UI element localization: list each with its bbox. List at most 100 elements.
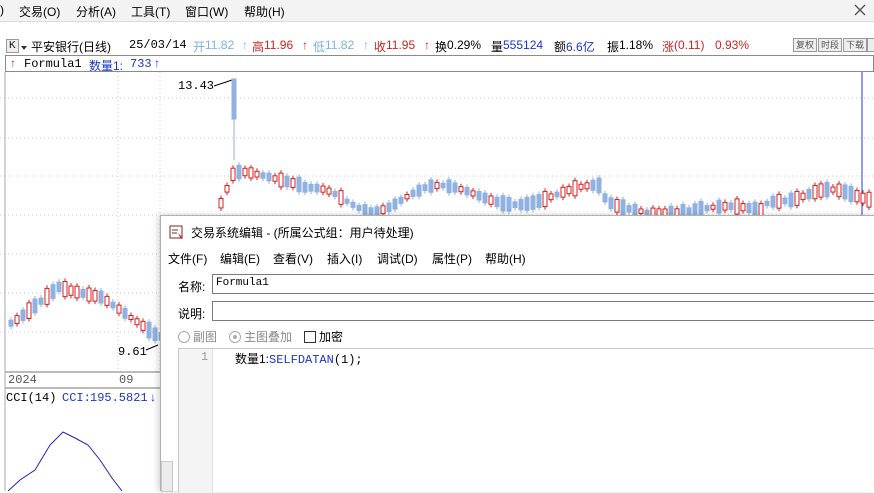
candle-body bbox=[536, 193, 542, 208]
candle-body bbox=[812, 184, 818, 200]
candle-body bbox=[716, 199, 722, 214]
cci-arrow-icon: ↓ bbox=[150, 390, 156, 404]
candle-body bbox=[860, 192, 866, 204]
stock-name: 平安银行(日线) bbox=[31, 40, 111, 54]
candle-body bbox=[248, 167, 254, 179]
low-label: 低 bbox=[313, 40, 326, 54]
candle-body bbox=[302, 181, 308, 193]
dialog-menu-view[interactable]: 查看(V) bbox=[273, 250, 313, 267]
candle-body bbox=[218, 197, 224, 209]
period-button[interactable]: K bbox=[6, 39, 19, 53]
candle-body bbox=[392, 198, 398, 210]
candle-body bbox=[32, 298, 38, 314]
code-editor[interactable]: 1 数量1:SELFDATAN(1); bbox=[178, 348, 874, 493]
turnover-label: 换 bbox=[435, 40, 448, 54]
radio-main-overlay[interactable]: 主图叠加 bbox=[229, 328, 292, 345]
candle-body bbox=[806, 189, 812, 200]
date-label-09: 09 bbox=[119, 373, 134, 387]
cci-value-label: CCI: bbox=[62, 391, 91, 405]
min-pointer-line bbox=[145, 344, 159, 351]
candle-body bbox=[44, 287, 50, 305]
change-label: 涨 bbox=[662, 40, 675, 54]
checkbox-icon bbox=[304, 331, 316, 343]
cci-line bbox=[7, 431, 123, 491]
encrypt-label: 加密 bbox=[319, 330, 344, 344]
menu-item-window[interactable]: 窗口(W) bbox=[185, 3, 228, 20]
candle-body bbox=[818, 183, 824, 198]
candle-body bbox=[386, 202, 392, 212]
candle-body bbox=[512, 201, 518, 209]
name-input[interactable]: Formula1 bbox=[212, 274, 874, 294]
candle-body bbox=[722, 201, 728, 211]
menu-item-tools[interactable]: 工具(T) bbox=[131, 3, 170, 20]
formula-arrow-icon: ↑ bbox=[10, 56, 16, 70]
candle-body bbox=[398, 196, 404, 204]
formula-name: Formula1 bbox=[24, 57, 82, 71]
candle-body bbox=[98, 290, 104, 304]
description-input[interactable] bbox=[212, 301, 874, 321]
candle-body bbox=[836, 183, 842, 198]
candle-body bbox=[476, 190, 482, 201]
formula-editor-dialog[interactable]: 交易系统编辑 - (所属公式组：用户待处理) 文件(F) 编辑(E) 查看(V)… bbox=[160, 215, 874, 493]
open-value: 11.82 bbox=[205, 38, 235, 52]
adjust-button[interactable]: 复权 bbox=[793, 38, 818, 52]
dialog-menu-debug[interactable]: 调试(D) bbox=[377, 250, 418, 267]
candle-body bbox=[122, 307, 128, 319]
low-arrow-icon: ↑ bbox=[363, 38, 369, 52]
candle-body bbox=[500, 195, 506, 212]
quote-date: 25/03/14 bbox=[129, 38, 187, 52]
dialog-menu-edit[interactable]: 编辑(E) bbox=[220, 250, 260, 267]
candle-body bbox=[224, 185, 230, 193]
left-scrollbar[interactable] bbox=[161, 461, 173, 492]
code-line-1[interactable]: 数量1:SELFDATAN(1); bbox=[235, 350, 363, 367]
candle-body bbox=[26, 302, 32, 320]
menu-item-partial[interactable]: ) bbox=[0, 3, 4, 17]
candle-body bbox=[554, 191, 560, 198]
dropdown-triangle-icon[interactable] bbox=[20, 41, 28, 55]
menu-item-help[interactable]: 帮助(H) bbox=[244, 3, 285, 20]
candle-body bbox=[236, 164, 242, 180]
candle-body bbox=[728, 202, 734, 210]
close-arrow-icon: ↑ bbox=[424, 38, 430, 52]
candle-body bbox=[260, 172, 266, 179]
candle-body bbox=[332, 190, 338, 197]
radio-sub-chart[interactable]: 副图 bbox=[178, 328, 217, 345]
candle-body bbox=[308, 183, 314, 192]
candle-body bbox=[86, 287, 92, 302]
candle-body bbox=[134, 318, 140, 326]
dialog-menu-insert[interactable]: 插入(I) bbox=[327, 250, 362, 267]
menu-item-trade[interactable]: 交易(O) bbox=[19, 3, 60, 20]
dialog-menu-properties[interactable]: 属性(P) bbox=[432, 250, 472, 267]
candle-body bbox=[446, 179, 452, 194]
dialog-menu-file[interactable]: 文件(F) bbox=[168, 250, 207, 267]
candle-body bbox=[110, 301, 116, 309]
encrypt-checkbox[interactable]: 加密 bbox=[304, 328, 343, 345]
dialog-title-bar[interactable]: 交易系统编辑 - (所属公式组：用户待处理) bbox=[161, 216, 874, 246]
candle-body bbox=[626, 205, 632, 213]
candle-body bbox=[278, 172, 284, 188]
dialog-menu-help[interactable]: 帮助(H) bbox=[485, 250, 526, 267]
formula-indicator-bar[interactable]: ↑ Formula1 数量1: 733 ↑ bbox=[5, 55, 874, 73]
candle-body bbox=[116, 304, 122, 314]
code-variable: 数量1: bbox=[235, 352, 270, 366]
candle-body bbox=[494, 196, 500, 208]
close-icon[interactable] bbox=[852, 2, 868, 18]
candle-body bbox=[230, 167, 236, 182]
candle-body bbox=[704, 205, 710, 212]
more-button[interactable] bbox=[867, 38, 874, 52]
candle-body bbox=[338, 190, 344, 205]
candle-body bbox=[800, 192, 806, 201]
candle-body bbox=[104, 295, 110, 306]
candle-body bbox=[530, 195, 536, 210]
download-button[interactable]: 下载 bbox=[843, 38, 868, 52]
period-range-button[interactable]: 时段 bbox=[818, 38, 843, 52]
candle-body bbox=[404, 193, 410, 200]
candle-body bbox=[50, 284, 56, 299]
candle-body bbox=[842, 184, 848, 200]
volume-label: 量 bbox=[491, 40, 504, 54]
candle-body bbox=[734, 198, 740, 215]
candle-body bbox=[482, 192, 488, 204]
menu-item-analysis[interactable]: 分析(A) bbox=[76, 3, 116, 20]
candle-body bbox=[764, 200, 770, 207]
candle-body bbox=[416, 184, 422, 197]
